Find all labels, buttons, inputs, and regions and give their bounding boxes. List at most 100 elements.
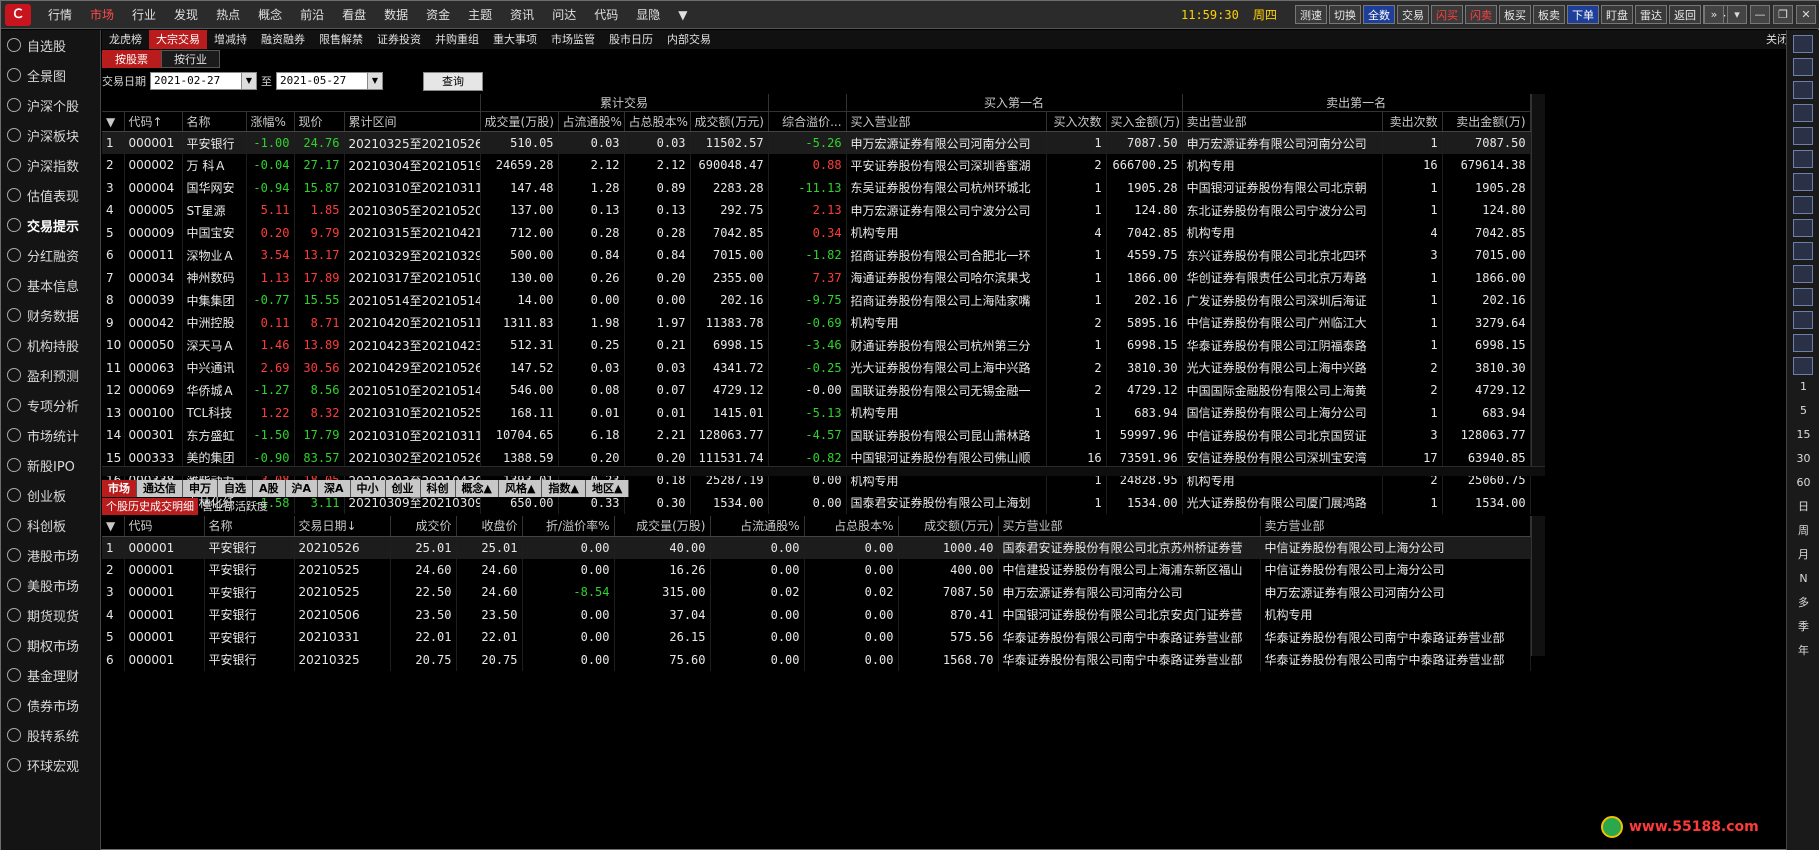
toolbar-tool-icon[interactable] — [1793, 173, 1813, 191]
table-row[interactable]: 7 000034 神州数码 1.13 17.89 20210317至20210510 130… — [102, 266, 1531, 289]
close-icon[interactable]: ✕ — [1796, 5, 1816, 24]
toolbar-tool-icon[interactable] — [1793, 334, 1813, 352]
market-tab-5[interactable]: 沪A — [285, 480, 319, 497]
detail-column-header-11[interactable]: 买方营业部 — [998, 516, 1261, 537]
toolbar-tool-icon[interactable] — [1793, 35, 1813, 53]
subtab-5[interactable]: 证券投资 — [370, 30, 428, 49]
sidebar-item-12[interactable]: 专项分析 — [1, 390, 100, 420]
market-tab-12[interactable]: 指数▲ — [542, 480, 586, 497]
market-tab-8[interactable]: 创业 — [385, 480, 421, 497]
quick-button-1[interactable]: 切换 — [1329, 5, 1361, 24]
sidebar-item-19[interactable]: 期货现货 — [1, 600, 100, 630]
detail-column-header-3[interactable]: 交易日期↓ — [294, 516, 391, 537]
detail-tab-1[interactable]: 营业部活跃度 — [198, 498, 272, 515]
subtab-10[interactable]: 内部交易 — [660, 30, 718, 49]
detail-column-header-8[interactable]: 占流通股% — [710, 516, 805, 537]
menu-item-4[interactable]: 热点 — [207, 1, 249, 29]
query-button[interactable]: 查询 — [423, 71, 483, 91]
column-header-8[interactable]: 占总股本% — [624, 111, 691, 132]
quick-button-10[interactable]: 雷达 — [1635, 5, 1667, 24]
quick-button-4[interactable]: 闪买 — [1431, 5, 1463, 24]
sidebar-item-15[interactable]: 创业板 — [1, 480, 100, 510]
sidebar-item-21[interactable]: 基金理财 — [1, 660, 100, 690]
toolbar-tool-icon[interactable] — [1793, 58, 1813, 76]
detail-column-header-0[interactable]: ▼ — [102, 516, 125, 537]
sidebar-item-14[interactable]: 新股IPO — [1, 450, 100, 480]
menu-item-3[interactable]: 发现 — [165, 1, 207, 29]
column-header-7[interactable]: 占流通股% — [558, 111, 625, 132]
menu-item-15[interactable]: ▼ — [669, 1, 696, 29]
column-header-3[interactable]: 涨幅% — [246, 111, 295, 132]
detail-column-header-4[interactable]: 成交价 — [390, 516, 457, 537]
minimize-icon[interactable]: — — [1750, 5, 1770, 24]
market-tab-2[interactable]: 申万 — [183, 480, 218, 497]
menu-item-14[interactable]: 显隐 — [627, 1, 669, 29]
column-header-4[interactable]: 现价 — [294, 111, 345, 132]
period-button-1[interactable]: 5 — [1787, 399, 1819, 423]
mode-tab-1[interactable]: 按行业 — [161, 50, 220, 68]
detail-column-header-9[interactable]: 占总股本% — [804, 516, 899, 537]
menu-item-1[interactable]: 市场 — [81, 1, 123, 29]
quick-button-8[interactable]: 下单 — [1567, 5, 1599, 24]
detail-table-row[interactable]: 2 000001 平安银行 20210525 24.60 24.60 0.00 16.26 0.… — [102, 558, 1531, 581]
sidebar-item-13[interactable]: 市场统计 — [1, 420, 100, 450]
table-row[interactable]: 6 000011 深物业Ａ 3.54 13.17 20210329至20210329 500… — [102, 244, 1531, 267]
sidebar-item-5[interactable]: 估值表现 — [1, 180, 100, 210]
toolbar-tool-icon[interactable] — [1793, 127, 1813, 145]
column-header-11[interactable]: 买入营业部 — [846, 111, 1047, 132]
detail-column-header-10[interactable]: 成交额(万元) — [898, 516, 999, 537]
table-row[interactable]: 14 000301 东方盛虹 -1.50 17.79 20210310至20210311 1… — [102, 424, 1531, 447]
detail-column-header-12[interactable]: 卖方营业部 — [1260, 516, 1531, 537]
menu-item-11[interactable]: 资讯 — [501, 1, 543, 29]
sidebar-item-17[interactable]: 港股市场 — [1, 540, 100, 570]
period-button-3[interactable]: 30 — [1787, 447, 1819, 471]
toolbar-tool-icon[interactable] — [1793, 311, 1813, 329]
market-tab-7[interactable]: 中小 — [350, 480, 386, 497]
column-header-2[interactable]: 名称 — [182, 111, 247, 132]
period-button-11[interactable]: 年 — [1787, 639, 1819, 663]
market-tab-6[interactable]: 深A — [318, 480, 351, 497]
quick-button-3[interactable]: 交易 — [1397, 5, 1429, 24]
detail-column-header-7[interactable]: 成交量(万股) — [614, 516, 711, 537]
detail-table-row[interactable]: 4 000001 平安银行 20210506 23.50 23.50 0.00 37.04 0.… — [102, 603, 1531, 626]
detail-table-row[interactable]: 3 000001 平安银行 20210525 22.50 24.60 -8.54 315.00… — [102, 581, 1531, 604]
detail-column-header-2[interactable]: 名称 — [204, 516, 295, 537]
detail-column-header-6[interactable]: 折/溢价率% — [522, 516, 615, 537]
detail-column-header-1[interactable]: 代码 — [124, 516, 205, 537]
expand-icon[interactable]: » — [1704, 5, 1724, 24]
dropdown-icon[interactable]: ▾ — [1727, 5, 1747, 24]
period-button-0[interactable]: 1 — [1787, 375, 1819, 399]
menu-item-7[interactable]: 看盘 — [333, 1, 375, 29]
sidebar-item-2[interactable]: 沪深个股 — [1, 90, 100, 120]
column-header-5[interactable]: 累计区间 — [344, 111, 481, 132]
column-header-10[interactable]: 综合溢价... — [768, 111, 847, 132]
horizontal-scrollbar[interactable] — [102, 466, 1545, 476]
vertical-scrollbar[interactable] — [1531, 94, 1545, 473]
detail-table-row[interactable]: 5 000001 平安银行 20210331 22.01 22.01 0.00 26.15 0.… — [102, 626, 1531, 649]
menu-item-9[interactable]: 资金 — [417, 1, 459, 29]
market-tab-0[interactable]: 市场 — [102, 480, 137, 497]
table-row[interactable]: 9 000042 中洲控股 0.11 8.71 20210420至20210511 1311… — [102, 311, 1531, 334]
period-button-7[interactable]: 月 — [1787, 543, 1819, 567]
quick-button-5[interactable]: 闪卖 — [1465, 5, 1497, 24]
sidebar-item-20[interactable]: 期权市场 — [1, 630, 100, 660]
menu-item-10[interactable]: 主题 — [459, 1, 501, 29]
quick-button-6[interactable]: 板买 — [1499, 5, 1531, 24]
market-tab-4[interactable]: A股 — [253, 480, 286, 497]
start-date-dropdown-icon[interactable]: ▼ — [241, 72, 257, 90]
menu-item-2[interactable]: 行业 — [123, 1, 165, 29]
end-date-input[interactable]: 2021-05-27 — [276, 72, 368, 90]
detail-column-header-5[interactable]: 收盘价 — [456, 516, 523, 537]
period-button-4[interactable]: 60 — [1787, 471, 1819, 495]
subtab-8[interactable]: 市场监管 — [544, 30, 602, 49]
subtab-1[interactable]: 大宗交易 — [149, 30, 207, 49]
table-row[interactable]: 5 000009 中国宝安 0.20 9.79 20210315至20210421 712.… — [102, 221, 1531, 244]
period-button-5[interactable]: 日 — [1787, 495, 1819, 519]
subtab-6[interactable]: 并购重组 — [428, 30, 486, 49]
toolbar-tool-icon[interactable] — [1793, 219, 1813, 237]
toolbar-tool-icon[interactable] — [1793, 242, 1813, 260]
table-row[interactable]: 3 000004 国华网安 -0.94 15.87 20210310至20210311 14… — [102, 176, 1531, 199]
restore-icon[interactable]: ❐ — [1773, 5, 1793, 24]
subtab-2[interactable]: 增减持 — [207, 30, 254, 49]
column-header-0[interactable]: ▼ — [102, 111, 125, 132]
